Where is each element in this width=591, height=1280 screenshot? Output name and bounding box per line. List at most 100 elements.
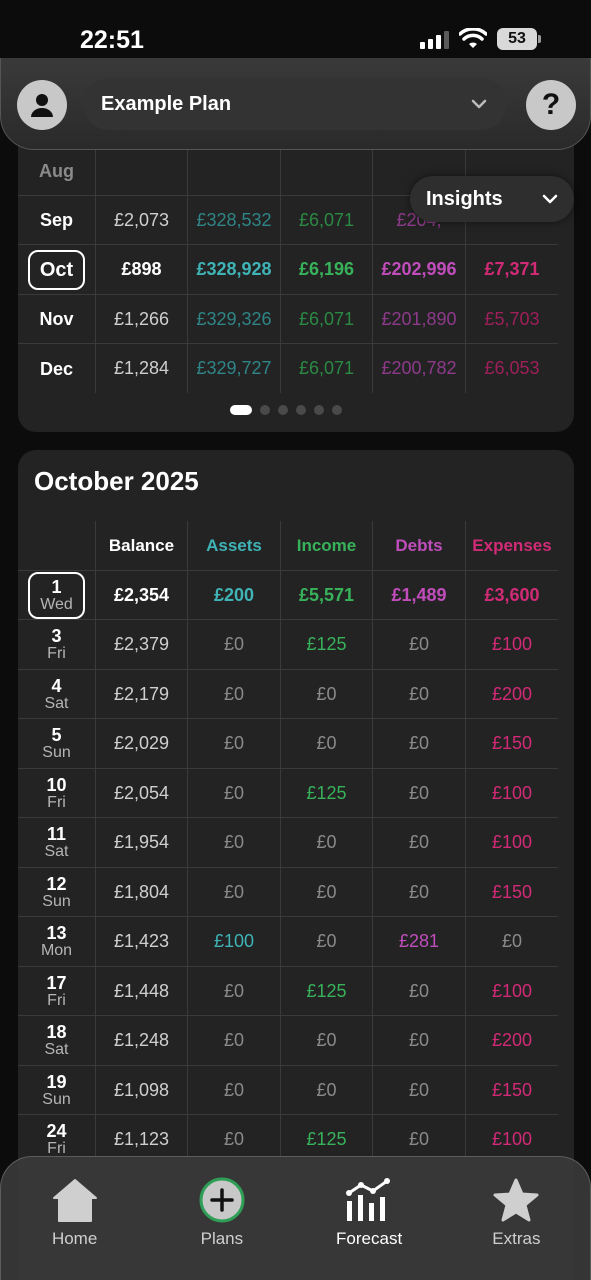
page-dot-active[interactable] <box>230 405 252 415</box>
nav-extras-label: Extras <box>492 1229 541 1248</box>
month-label-text: Oct <box>39 258 74 281</box>
table-row[interactable]: 3 Fri £2,379 £0 £125 £0 £100 <box>18 620 558 670</box>
day-number: 10 <box>46 774 67 795</box>
day-label[interactable]: 12 Sun <box>18 867 96 917</box>
table-row[interactable]: 5 Sun £2,029 £0 £0 £0 £150 <box>18 719 558 769</box>
day-label[interactable]: 11 Sat <box>18 818 96 867</box>
day-number: 19 <box>46 1071 67 1092</box>
day-number: 18 <box>46 1022 67 1042</box>
forecast-chart-icon <box>346 1178 391 1221</box>
assets-cell: £0 <box>188 620 281 669</box>
bottom-nav: Home Plans Forecast Extras <box>0 1156 591 1280</box>
nav-extras[interactable]: Extras <box>443 1157 590 1280</box>
day-label[interactable]: 4 Sat <box>18 669 96 719</box>
income-cell: £6,071 <box>281 294 373 344</box>
balance-cell: £2,379 <box>96 620 188 669</box>
page-dot[interactable] <box>296 405 306 415</box>
selected-month-highlight[interactable]: Oct <box>27 249 86 290</box>
page-dot[interactable] <box>260 405 270 415</box>
assets-cell: £0 <box>188 867 281 917</box>
day-number: 1 <box>51 576 62 597</box>
day-weekday: Fri <box>47 1140 66 1157</box>
debts-cell: £0 <box>373 818 466 867</box>
expenses-cell: £6,053 <box>484 358 540 378</box>
page-dot[interactable] <box>278 405 288 415</box>
day-weekday: Fri <box>47 645 66 662</box>
debts-cell: £0 <box>373 669 466 719</box>
selected-day-highlight[interactable]: 1 Wed <box>28 571 85 619</box>
month-label[interactable]: Sep <box>18 195 96 245</box>
help-button[interactable]: ? <box>526 80 576 130</box>
day-weekday: Sun <box>42 1090 71 1108</box>
month-label[interactable]: Dec <box>18 344 96 393</box>
day-label[interactable]: 17 Fri <box>18 966 96 1016</box>
month-label[interactable]: Aug <box>18 146 96 195</box>
table-row[interactable]: 18 Sat £1,248 £0 £0 £0 £200 <box>18 1016 558 1066</box>
debts-cell: £0 <box>373 768 466 818</box>
income-cell: £0 <box>281 917 373 966</box>
table-row[interactable]: 10 Fri £2,054 £0 £125 £0 £100 <box>18 768 558 818</box>
assets-cell: £100 <box>188 917 281 966</box>
home-icon <box>52 1179 97 1222</box>
balance-cell: £2,054 <box>96 768 188 818</box>
balance-cell: £2,179 <box>96 669 188 719</box>
table-row[interactable]: 19 Sun £1,098 £0 £0 £0 £150 <box>18 1065 558 1115</box>
table-row[interactable]: 13 Mon £1,423 £100 £0 £281 £0 <box>18 917 558 967</box>
nav-home[interactable]: Home <box>1 1157 148 1280</box>
daily-forecast-table[interactable]: Balance Assets Income Debts Expenses 1 W… <box>18 521 558 1165</box>
table-row[interactable]: 17 Fri £1,448 £0 £125 £0 £100 <box>18 966 558 1016</box>
expenses-cell: £150 <box>491 1079 533 1100</box>
month-label-selected[interactable]: Oct <box>18 245 96 294</box>
table-row[interactable]: 11 Sat £1,954 £0 £0 £0 £100 <box>18 818 558 868</box>
day-weekday: Fri <box>47 793 66 811</box>
day-label-selected[interactable]: 1 Wed <box>18 570 96 620</box>
day-weekday: Sat <box>44 843 69 860</box>
month-label[interactable]: Nov <box>18 294 96 344</box>
expenses-cell: £200 <box>491 1030 533 1050</box>
table-row[interactable]: Dec £1,284 £329,727 £6,071 £200,782 £6,0… <box>18 344 558 394</box>
day-number: 17 <box>46 972 67 993</box>
day-label[interactable]: 5 Sun <box>18 719 96 768</box>
table-row[interactable]: 12 Sun £1,804 £0 £0 £0 £150 <box>18 867 558 917</box>
balance-cell: £898 <box>96 245 188 294</box>
income-cell <box>281 146 373 195</box>
profile-button[interactable] <box>17 80 67 130</box>
page-dot[interactable] <box>332 405 342 415</box>
day-label[interactable]: 13 Mon <box>18 917 96 966</box>
expenses-cell: £3,600 <box>484 584 540 605</box>
day-number: 3 <box>51 626 62 646</box>
day-number: 24 <box>46 1121 67 1141</box>
assets-cell: £0 <box>188 669 281 719</box>
income-cell: £0 <box>281 1065 373 1115</box>
assets-cell: £0 <box>188 1065 281 1115</box>
day-number: 11 <box>46 824 67 844</box>
day-label[interactable]: 19 Sun <box>18 1065 96 1115</box>
expenses-cell: £7,371 <box>484 259 540 279</box>
day-weekday: Sun <box>42 892 71 910</box>
page-dot[interactable] <box>314 405 324 415</box>
nav-forecast[interactable]: Forecast <box>296 1157 443 1280</box>
balance-cell: £2,029 <box>96 719 188 768</box>
nav-forecast-label: Forecast <box>336 1229 403 1248</box>
day-weekday: Sun <box>42 744 71 761</box>
income-cell: £0 <box>281 818 373 867</box>
table-row-current[interactable]: Oct £898 £328,928 £6,196 £202,996 £7,371 <box>18 245 558 295</box>
table-row-selected[interactable]: 1 Wed £2,354 £200 £5,571 £1,489 £3,600 <box>18 570 558 620</box>
balance-cell: £1,098 <box>96 1065 188 1115</box>
table-row[interactable]: 4 Sat £2,179 £0 £0 £0 £200 <box>18 669 558 719</box>
day-weekday: Mon <box>40 942 73 959</box>
assets-cell: £0 <box>188 768 281 818</box>
table-row[interactable]: Nov £1,266 £329,326 £6,071 £201,890 £5,7… <box>18 294 558 344</box>
nav-plans[interactable]: Plans <box>148 1157 295 1280</box>
chevron-down-icon <box>471 99 487 109</box>
page-indicator[interactable] <box>230 405 342 415</box>
expenses-cell: £0 <box>501 931 523 951</box>
day-label[interactable]: 3 Fri <box>18 620 96 669</box>
nav-home-label: Home <box>51 1229 98 1248</box>
day-label[interactable]: 10 Fri <box>18 768 96 818</box>
assets-cell: £0 <box>188 818 281 867</box>
day-label[interactable]: 18 Sat <box>18 1016 96 1065</box>
question-mark-icon: ? <box>541 88 561 121</box>
plan-selector[interactable]: Example Plan <box>83 78 507 130</box>
insights-dropdown[interactable]: Insights <box>410 176 574 222</box>
